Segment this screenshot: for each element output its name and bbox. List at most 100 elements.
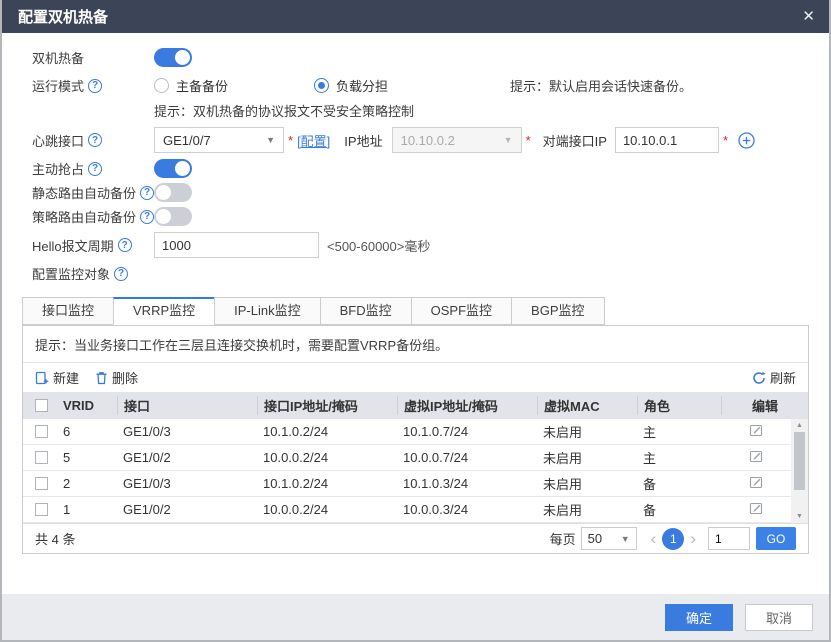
title-bar: 配置双机热备 ✕ [2, 0, 829, 33]
row-virtual-mac: 未启用 [543, 425, 583, 440]
required-mark: * [288, 132, 294, 148]
row-checkbox[interactable] [35, 477, 48, 490]
col-edit: 编辑 [721, 396, 808, 415]
confirm-button[interactable]: 确定 [665, 603, 733, 631]
page-number-button[interactable]: 1 [662, 527, 685, 550]
row-vrid: 5 [63, 450, 71, 465]
row-virtual-ip: 10.0.0.3/24 [403, 502, 469, 517]
dialog-title: 配置双机热备 [18, 9, 109, 26]
row-virtual-ip: 10.1.0.7/24 [403, 424, 469, 439]
row-interface-ip: 10.1.0.2/24 [263, 476, 329, 491]
per-page-label: 每页 [549, 532, 576, 547]
row-vrid: 6 [63, 424, 71, 439]
hello-range-hint: <500-60000>毫秒 [327, 238, 431, 254]
goto-page-input[interactable] [708, 527, 750, 550]
tab-bfd-monitor[interactable]: BFD监控 [319, 297, 411, 325]
table-row[interactable]: 1 GE1/0/2 10.0.0.2/24 10.0.0.3/24 未启用 备 [23, 497, 791, 523]
run-mode-row: 运行模式 ? 主备备份 负载分担 提示：默认启用会话快速备份。 [32, 76, 809, 95]
edit-icon[interactable] [749, 449, 763, 463]
table-row[interactable]: 2 GE1/0/3 10.1.0.2/24 10.1.0.3/24 未启用 备 [23, 471, 791, 497]
static-route-toggle[interactable] [154, 183, 192, 202]
session-backup-tip: 提示：默认启用会话快速备份。 [510, 79, 693, 94]
row-virtual-mac: 未启用 [543, 503, 583, 518]
help-icon[interactable]: ? [140, 209, 155, 224]
next-page-icon[interactable]: › [684, 530, 702, 547]
row-checkbox[interactable] [35, 451, 48, 464]
refresh-button[interactable]: 刷新 [752, 368, 796, 387]
edit-icon[interactable] [749, 423, 763, 437]
help-icon[interactable]: ? [88, 161, 103, 176]
close-icon[interactable]: ✕ [802, 9, 815, 24]
vertical-scrollbar[interactable]: ▲ ▼ [791, 419, 808, 523]
row-virtual-mac: 未启用 [543, 477, 583, 492]
refresh-icon [753, 371, 766, 384]
tab-bgp-monitor[interactable]: BGP监控 [511, 297, 605, 325]
scrollbar-thumb[interactable] [794, 432, 805, 490]
col-interface[interactable]: 接口 [117, 396, 257, 415]
tab-ospf-monitor[interactable]: OSPF监控 [410, 297, 512, 325]
help-icon[interactable]: ? [114, 266, 129, 281]
help-icon[interactable]: ? [88, 133, 103, 147]
row-interface-ip: 10.0.0.2/24 [263, 450, 329, 465]
required-mark: * [722, 132, 729, 148]
row-interface: GE1/0/3 [123, 424, 171, 439]
select-all-checkbox[interactable] [35, 399, 48, 412]
row-virtual-ip: 10.1.0.3/24 [403, 476, 469, 491]
new-button[interactable]: 新建 [35, 368, 79, 387]
radio-load-share[interactable]: 负载分担 [314, 76, 510, 95]
pagination-bar: 共 4 条 每页 50 ▼ ‹ 1 › GO [23, 523, 808, 553]
scroll-up-icon[interactable]: ▲ [791, 419, 808, 432]
vrrp-panel: 提示：当业务接口工作在三层且连接交换机时，需要配置VRRP备份组。 新建 删除 … [22, 325, 809, 554]
edit-icon[interactable] [749, 475, 763, 489]
hello-input[interactable] [154, 232, 319, 258]
help-icon[interactable]: ? [140, 185, 155, 200]
row-checkbox[interactable] [35, 503, 48, 516]
preempt-toggle[interactable] [154, 159, 192, 178]
hot-standby-toggle[interactable] [154, 48, 192, 67]
tab-vrrp-monitor[interactable]: VRRP监控 [113, 297, 215, 325]
tab-interface-monitor[interactable]: 接口监控 [22, 297, 114, 325]
config-link[interactable]: [配置] [297, 131, 330, 150]
scroll-down-icon[interactable]: ▼ [791, 510, 808, 523]
hot-standby-row: 双机热备 [32, 48, 809, 67]
ip-label: IP地址 [344, 133, 383, 149]
col-virtual-ip[interactable]: 虚拟IP地址/掩码 [397, 396, 537, 415]
chevron-down-icon: ▼ [266, 135, 275, 145]
cancel-button[interactable]: 取消 [745, 603, 813, 631]
monitor-label: 配置监控对象 ? [32, 264, 154, 283]
col-role[interactable]: 角色 [637, 396, 721, 415]
per-page-select[interactable]: 50 ▼ [580, 527, 637, 550]
hello-label: Hello报文周期 ? [32, 236, 154, 255]
add-peer-icon[interactable] [738, 131, 755, 149]
static-route-row: 静态路由自动备份 ? [32, 183, 809, 202]
tab-iplink-monitor[interactable]: IP-Link监控 [214, 297, 320, 325]
table-row[interactable]: 5 GE1/0/2 10.0.0.2/24 10.0.0.7/24 未启用 主 [23, 445, 791, 471]
col-virtual-mac[interactable]: 虚拟MAC [537, 396, 637, 415]
peer-ip-label: 对端接口IP [542, 133, 607, 149]
edit-icon[interactable] [749, 501, 763, 515]
run-mode-label: 运行模式 ? [32, 76, 154, 95]
row-role: 主 [643, 451, 657, 466]
policy-route-toggle[interactable] [154, 207, 192, 226]
go-button[interactable]: GO [756, 527, 796, 550]
radio-primary-backup[interactable]: 主备备份 [154, 76, 314, 95]
config-form: 双机热备 运行模式 ? 主备备份 负载分担 提示：默认启用会话快速备份。 提示：… [2, 33, 829, 283]
preempt-row: 主动抢占 ? [32, 159, 809, 178]
row-vrid: 2 [63, 476, 71, 491]
col-vrid[interactable]: VRID [57, 398, 117, 413]
heartbeat-label: 心跳接口 ? [32, 131, 154, 150]
table-row[interactable]: 6 GE1/0/3 10.1.0.2/24 10.1.0.7/24 未启用 主 [23, 419, 791, 445]
protocol-tip-row: 提示：双机热备的协议报文不受安全策略控制 [32, 101, 809, 120]
prev-page-icon[interactable]: ‹ [645, 530, 663, 547]
delete-button[interactable]: 删除 [95, 368, 138, 387]
row-virtual-ip: 10.0.0.7/24 [403, 450, 469, 465]
dialog-footer: 确定 取消 [2, 594, 829, 640]
monitor-tabs: 接口监控 VRRP监控 IP-Link监控 BFD监控 OSPF监控 BGP监控 [22, 297, 809, 325]
total-count: 共 4 条 [35, 532, 76, 547]
col-interface-ip[interactable]: 接口IP地址/掩码 [257, 396, 397, 415]
help-icon[interactable]: ? [117, 238, 132, 252]
row-checkbox[interactable] [35, 425, 48, 438]
help-icon[interactable]: ? [88, 78, 103, 93]
heartbeat-select[interactable]: GE1/0/7 ▼ [154, 127, 284, 153]
peer-ip-input[interactable] [614, 127, 719, 153]
